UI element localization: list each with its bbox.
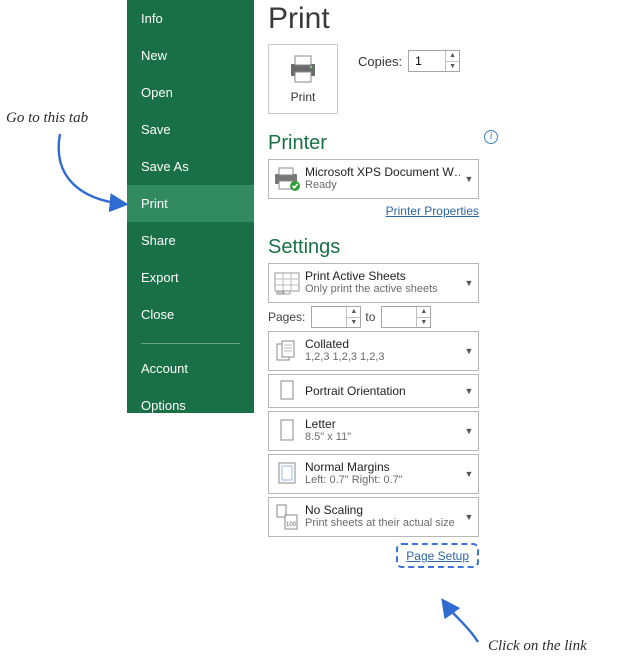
- sidebar-item-save-as[interactable]: Save As: [127, 148, 254, 185]
- chevron-down-icon: ▼: [460, 264, 478, 302]
- printer-name: Microsoft XPS Document W…: [305, 165, 460, 179]
- sidebar-separator: [141, 343, 240, 344]
- printer-status: Ready: [305, 179, 460, 191]
- paper-sub: 8.5" x 11": [305, 431, 460, 443]
- margins-title: Normal Margins: [305, 460, 460, 474]
- page-setup-link[interactable]: Page Setup: [406, 549, 469, 563]
- page-icon: [269, 412, 305, 450]
- annotation-go-to-tab: Go to this tab: [6, 110, 88, 127]
- print-what-sub: Only print the active sheets: [305, 283, 460, 295]
- orientation-title: Portrait Orientation: [305, 384, 406, 398]
- pages-from-down[interactable]: ▼: [347, 318, 360, 328]
- copies-up[interactable]: ▲: [446, 51, 459, 62]
- copies-down[interactable]: ▼: [446, 62, 459, 72]
- printer-info-icon[interactable]: i: [484, 130, 498, 144]
- copies-spinner[interactable]: ▲ ▼: [408, 50, 460, 72]
- chevron-down-icon: ▼: [460, 412, 478, 450]
- chevron-down-icon: ▼: [460, 375, 478, 407]
- print-button-label: Print: [291, 90, 316, 104]
- pages-to-label: to: [365, 310, 375, 324]
- printer-device-icon: [269, 160, 305, 198]
- pages-to-input[interactable]: [382, 307, 416, 327]
- print-button[interactable]: Print: [268, 44, 338, 114]
- sidebar-item-share[interactable]: Share: [127, 222, 254, 259]
- annotation-click-link: Click on the link: [488, 638, 587, 655]
- printer-heading: Printer: [268, 132, 327, 155]
- sheets-icon: [269, 264, 305, 302]
- collate-icon: [269, 332, 305, 370]
- print-what-title: Print Active Sheets: [305, 269, 460, 283]
- pages-to-down[interactable]: ▼: [417, 318, 430, 328]
- pages-from-spinner[interactable]: ▲▼: [311, 306, 361, 328]
- printer-properties-link[interactable]: Printer Properties: [386, 204, 479, 218]
- sidebar-item-open[interactable]: Open: [127, 74, 254, 111]
- margins-dropdown[interactable]: Normal Margins Left: 0.7" Right: 0.7" ▼: [268, 454, 479, 494]
- chevron-down-icon: ▼: [460, 455, 478, 493]
- scaling-icon: 100: [269, 498, 305, 536]
- backstage-sidebar: Info New Open Save Save As Print Share E…: [127, 0, 254, 413]
- sidebar-item-info[interactable]: Info: [127, 0, 254, 37]
- chevron-down-icon: ▼: [460, 332, 478, 370]
- pages-to-spinner[interactable]: ▲▼: [381, 306, 431, 328]
- pages-from-up[interactable]: ▲: [347, 307, 360, 318]
- page-title: Print: [268, 0, 498, 36]
- pages-range-row: Pages: ▲▼ to ▲▼: [268, 306, 479, 328]
- paper-size-dropdown[interactable]: Letter 8.5" x 11" ▼: [268, 411, 479, 451]
- pages-to-up[interactable]: ▲: [417, 307, 430, 318]
- sidebar-item-new[interactable]: New: [127, 37, 254, 74]
- orientation-dropdown[interactable]: Portrait Orientation ▼: [268, 374, 479, 408]
- sidebar-item-close[interactable]: Close: [127, 296, 254, 333]
- sidebar-item-print[interactable]: Print: [127, 185, 254, 222]
- collate-dropdown[interactable]: Collated 1,2,3 1,2,3 1,2,3 ▼: [268, 331, 479, 371]
- scaling-title: No Scaling: [305, 503, 460, 517]
- chevron-down-icon: ▼: [460, 498, 478, 536]
- settings-heading: Settings: [268, 236, 498, 259]
- page-setup-highlight: Page Setup: [396, 543, 479, 568]
- annotation-arrow-tab: [42, 128, 132, 218]
- pages-label: Pages:: [268, 310, 305, 324]
- scaling-dropdown[interactable]: 100 No Scaling Print sheets at their act…: [268, 497, 479, 537]
- margins-sub: Left: 0.7" Right: 0.7": [305, 474, 460, 486]
- printer-icon: [286, 54, 320, 84]
- sidebar-item-account[interactable]: Account: [127, 350, 254, 387]
- margins-icon: [269, 455, 305, 493]
- paper-title: Letter: [305, 417, 460, 431]
- collate-sub: 1,2,3 1,2,3 1,2,3: [305, 351, 460, 363]
- pages-from-input[interactable]: [312, 307, 346, 327]
- copies-label: Copies:: [358, 54, 402, 69]
- print-panel: Print Print Copies: ▲: [268, 0, 498, 568]
- sidebar-item-save[interactable]: Save: [127, 111, 254, 148]
- portrait-icon: [269, 375, 305, 407]
- printer-dropdown[interactable]: Microsoft XPS Document W… Ready ▼: [268, 159, 479, 199]
- print-what-dropdown[interactable]: Print Active Sheets Only print the activ…: [268, 263, 479, 303]
- chevron-down-icon: ▼: [460, 160, 478, 198]
- sidebar-item-options[interactable]: Options: [127, 387, 254, 424]
- copies-input[interactable]: [409, 51, 445, 71]
- scaling-sub: Print sheets at their actual size: [305, 517, 460, 529]
- svg-text:100: 100: [286, 522, 297, 528]
- collate-title: Collated: [305, 337, 460, 351]
- sidebar-item-export[interactable]: Export: [127, 259, 254, 296]
